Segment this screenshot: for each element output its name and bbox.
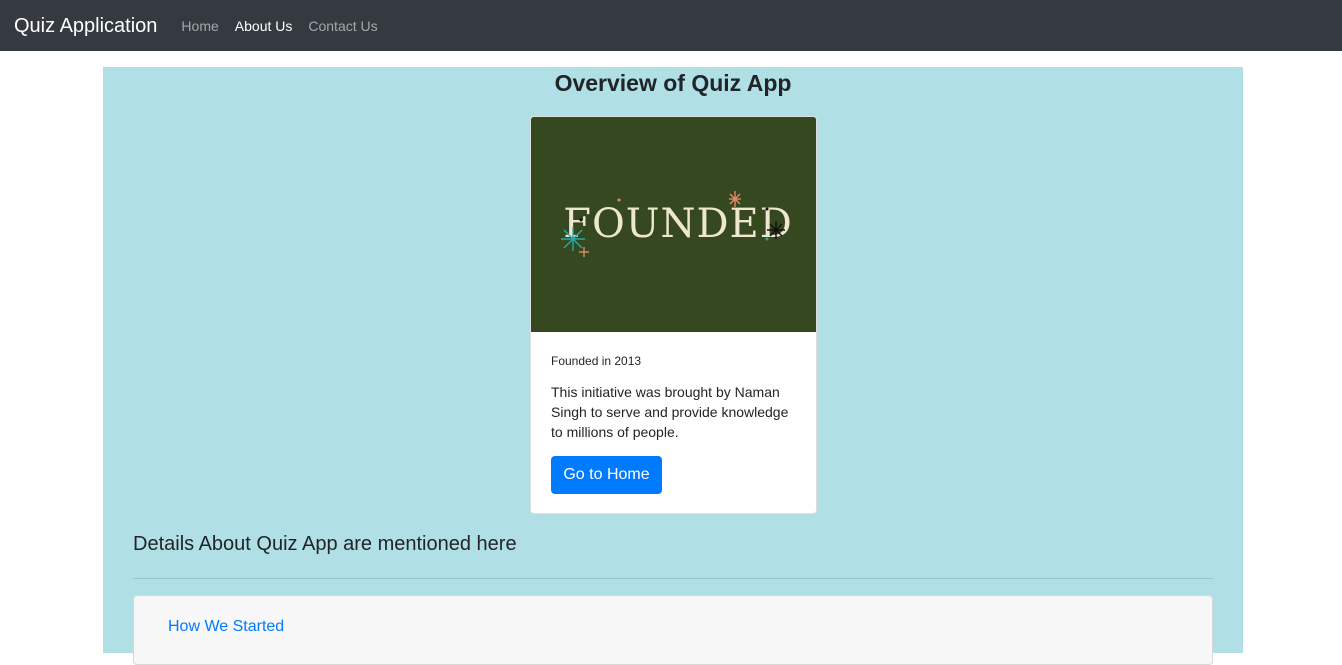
brand-link[interactable]: Quiz Application xyxy=(14,16,157,36)
details-heading: Details About Quiz App are mentioned her… xyxy=(133,533,517,555)
nav-link-about-us[interactable]: About Us xyxy=(235,19,293,33)
how-we-started-link[interactable]: How We Started xyxy=(168,618,284,636)
nav-link-home[interactable]: Home xyxy=(181,19,218,33)
accordion-item: How We Started xyxy=(133,595,1213,665)
svg-text:FOUNDED: FOUNDED xyxy=(563,201,793,247)
overview-panel: Overview of Quiz App FOUNDED Founded in … xyxy=(103,67,1243,665)
divider xyxy=(133,578,1213,579)
nav-link-contact-us[interactable]: Contact Us xyxy=(308,19,377,33)
card-subtitle: Founded in 2013 xyxy=(551,354,642,368)
card-text: This initiative was brought by Naman Sin… xyxy=(551,384,789,440)
founded-image: FOUNDED xyxy=(531,117,816,332)
founded-card: FOUNDED Founded in 2013 This initiative … xyxy=(530,116,817,514)
top-navbar: Quiz Application Home About Us Contact U… xyxy=(0,0,1342,51)
go-to-home-button[interactable]: Go to Home xyxy=(551,456,662,494)
page-title: Overview of Quiz App xyxy=(554,70,792,96)
